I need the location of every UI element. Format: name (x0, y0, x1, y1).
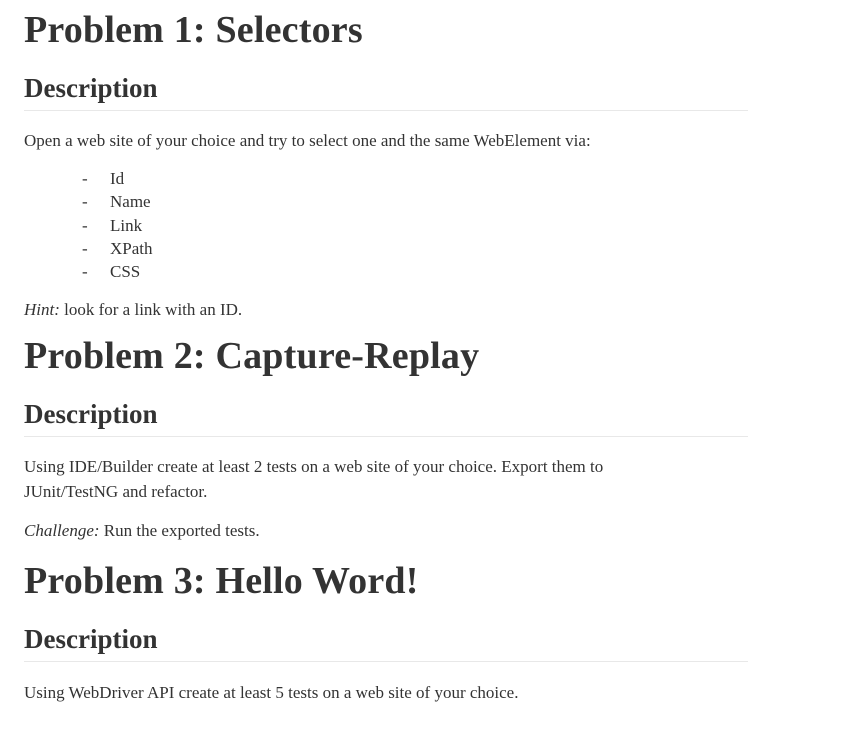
problem-2-title: Problem 2: Capture-Replay (24, 335, 480, 378)
list-item-label: Id (110, 169, 125, 188)
list-item-label: XPath (110, 238, 153, 258)
problem-3-section: Problem 3: Hello Word! Description Using… (24, 559, 748, 705)
list-item-label: CSS (110, 262, 141, 282)
problem-3-title: Problem 3: Hello Word! (24, 560, 419, 603)
list-item-label: Link (110, 215, 143, 235)
problem-3-text: Using WebDriver API create at least 5 te… (24, 683, 519, 703)
challenge-label: Challenge: (24, 521, 100, 541)
bullet-dash: - (82, 192, 88, 212)
problem-3-description-heading: Description (24, 623, 748, 663)
list-item: - Link (82, 214, 748, 237)
problem-2-challenge: Challenge: Run the exported tests. (24, 518, 748, 543)
hint-label: Hint: (24, 300, 60, 320)
problem-1-description-heading: Description (24, 72, 748, 111)
problem-2-description-heading: Description (24, 398, 748, 438)
problem-1-hint: Hint: look for a link with an ID. (24, 297, 748, 322)
bullet-dash: - (82, 169, 88, 188)
bullet-dash: - (82, 262, 88, 282)
hint-text: look for a link with an ID. (59, 300, 243, 320)
problem-1-section: Problem 1: Selectors Description Open a … (24, 8, 748, 322)
list-item-label: Name (110, 192, 151, 212)
list-item: - Name (82, 190, 748, 213)
list-item: - Id (82, 167, 748, 190)
list-item: - XPath (82, 237, 748, 260)
list-item: - CSS (82, 260, 748, 283)
selector-list: - Id - Name - Link - XPath - CSS (24, 167, 748, 283)
problem-1-title: Problem 1: Selectors (24, 9, 363, 51)
problem-1-text: Open a web site of your choice and try t… (24, 131, 591, 150)
bullet-dash: - (82, 215, 88, 235)
bullet-dash: - (82, 238, 88, 258)
document: Problem 1: Selectors Description Open a … (24, 0, 748, 705)
problem-2-text: Using IDE/Builder create at least 2 test… (24, 457, 604, 502)
challenge-text: Run the exported tests. (99, 521, 260, 541)
problem-2-section: Problem 2: Capture-Replay Description Us… (24, 334, 748, 543)
